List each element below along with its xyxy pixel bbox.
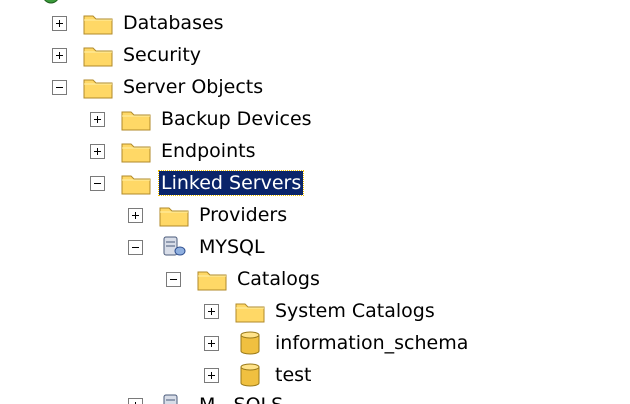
folder-icon [159,203,189,227]
folder-icon [83,43,113,67]
collapse-icon[interactable] [128,239,143,255]
expand-icon[interactable] [204,367,219,383]
tree-node-label[interactable]: M...SQLS... [197,393,303,404]
expand-icon[interactable] [128,207,143,223]
expand-icon[interactable] [52,15,67,31]
expand-icon[interactable] [90,143,105,159]
tree-node-partial-bottom[interactable]: M...SQLS... [128,392,303,404]
folder-icon [121,171,151,195]
server-icon [40,0,62,10]
tree-node-catalogs[interactable]: Catalogs [166,266,322,292]
server-node-partial [40,0,62,7]
collapse-icon[interactable] [166,271,181,287]
tree-node-backup-devices[interactable]: Backup Devices [90,106,314,132]
tree-node-label[interactable]: Providers [197,203,289,227]
folder-icon [83,75,113,99]
tree-node-databases[interactable]: Databases [52,10,226,36]
tree-node-label[interactable]: Backup Devices [159,107,314,131]
tree-node-label[interactable]: Catalogs [235,267,322,291]
tree-node-label[interactable]: Endpoints [159,139,257,163]
expand-icon[interactable] [128,397,143,404]
tree-node-security[interactable]: Security [52,42,203,68]
expand-icon[interactable] [90,111,105,127]
expand-icon[interactable] [204,303,219,319]
tree-node-label-selected[interactable]: Linked Servers [157,170,305,196]
database-icon [235,363,265,387]
expand-icon[interactable] [52,47,67,63]
folder-icon [121,107,151,131]
object-explorer-tree: Databases Security Server Objects Backup… [0,0,630,404]
tree-node-providers[interactable]: Providers [128,202,289,228]
folder-icon [235,299,265,323]
tree-node-server-objects[interactable]: Server Objects [52,74,265,100]
tree-node-information-schema[interactable]: information_schema [204,330,470,356]
tree-node-label[interactable]: System Catalogs [273,299,437,323]
tree-node-label[interactable]: MYSQL [197,235,267,259]
folder-icon [83,11,113,35]
tree-node-label[interactable]: Databases [121,11,226,35]
expand-icon[interactable] [204,335,219,351]
tree-node-test[interactable]: test [204,362,314,388]
linked-server-icon [159,235,189,259]
tree-node-linked-servers[interactable]: Linked Servers [90,170,305,196]
tree-node-endpoints[interactable]: Endpoints [90,138,257,164]
tree-node-label[interactable]: information_schema [273,331,470,355]
tree-node-label[interactable]: Security [121,43,203,67]
collapse-icon[interactable] [90,175,105,191]
database-icon [235,331,265,355]
linked-server-icon [159,393,189,404]
collapse-icon[interactable] [52,79,67,95]
tree-node-mysql[interactable]: MYSQL [128,234,267,260]
folder-icon [121,139,151,163]
tree-node-label[interactable]: Server Objects [121,75,265,99]
folder-icon [197,267,227,291]
tree-node-system-catalogs[interactable]: System Catalogs [204,298,437,324]
tree-node-label[interactable]: test [273,363,314,387]
